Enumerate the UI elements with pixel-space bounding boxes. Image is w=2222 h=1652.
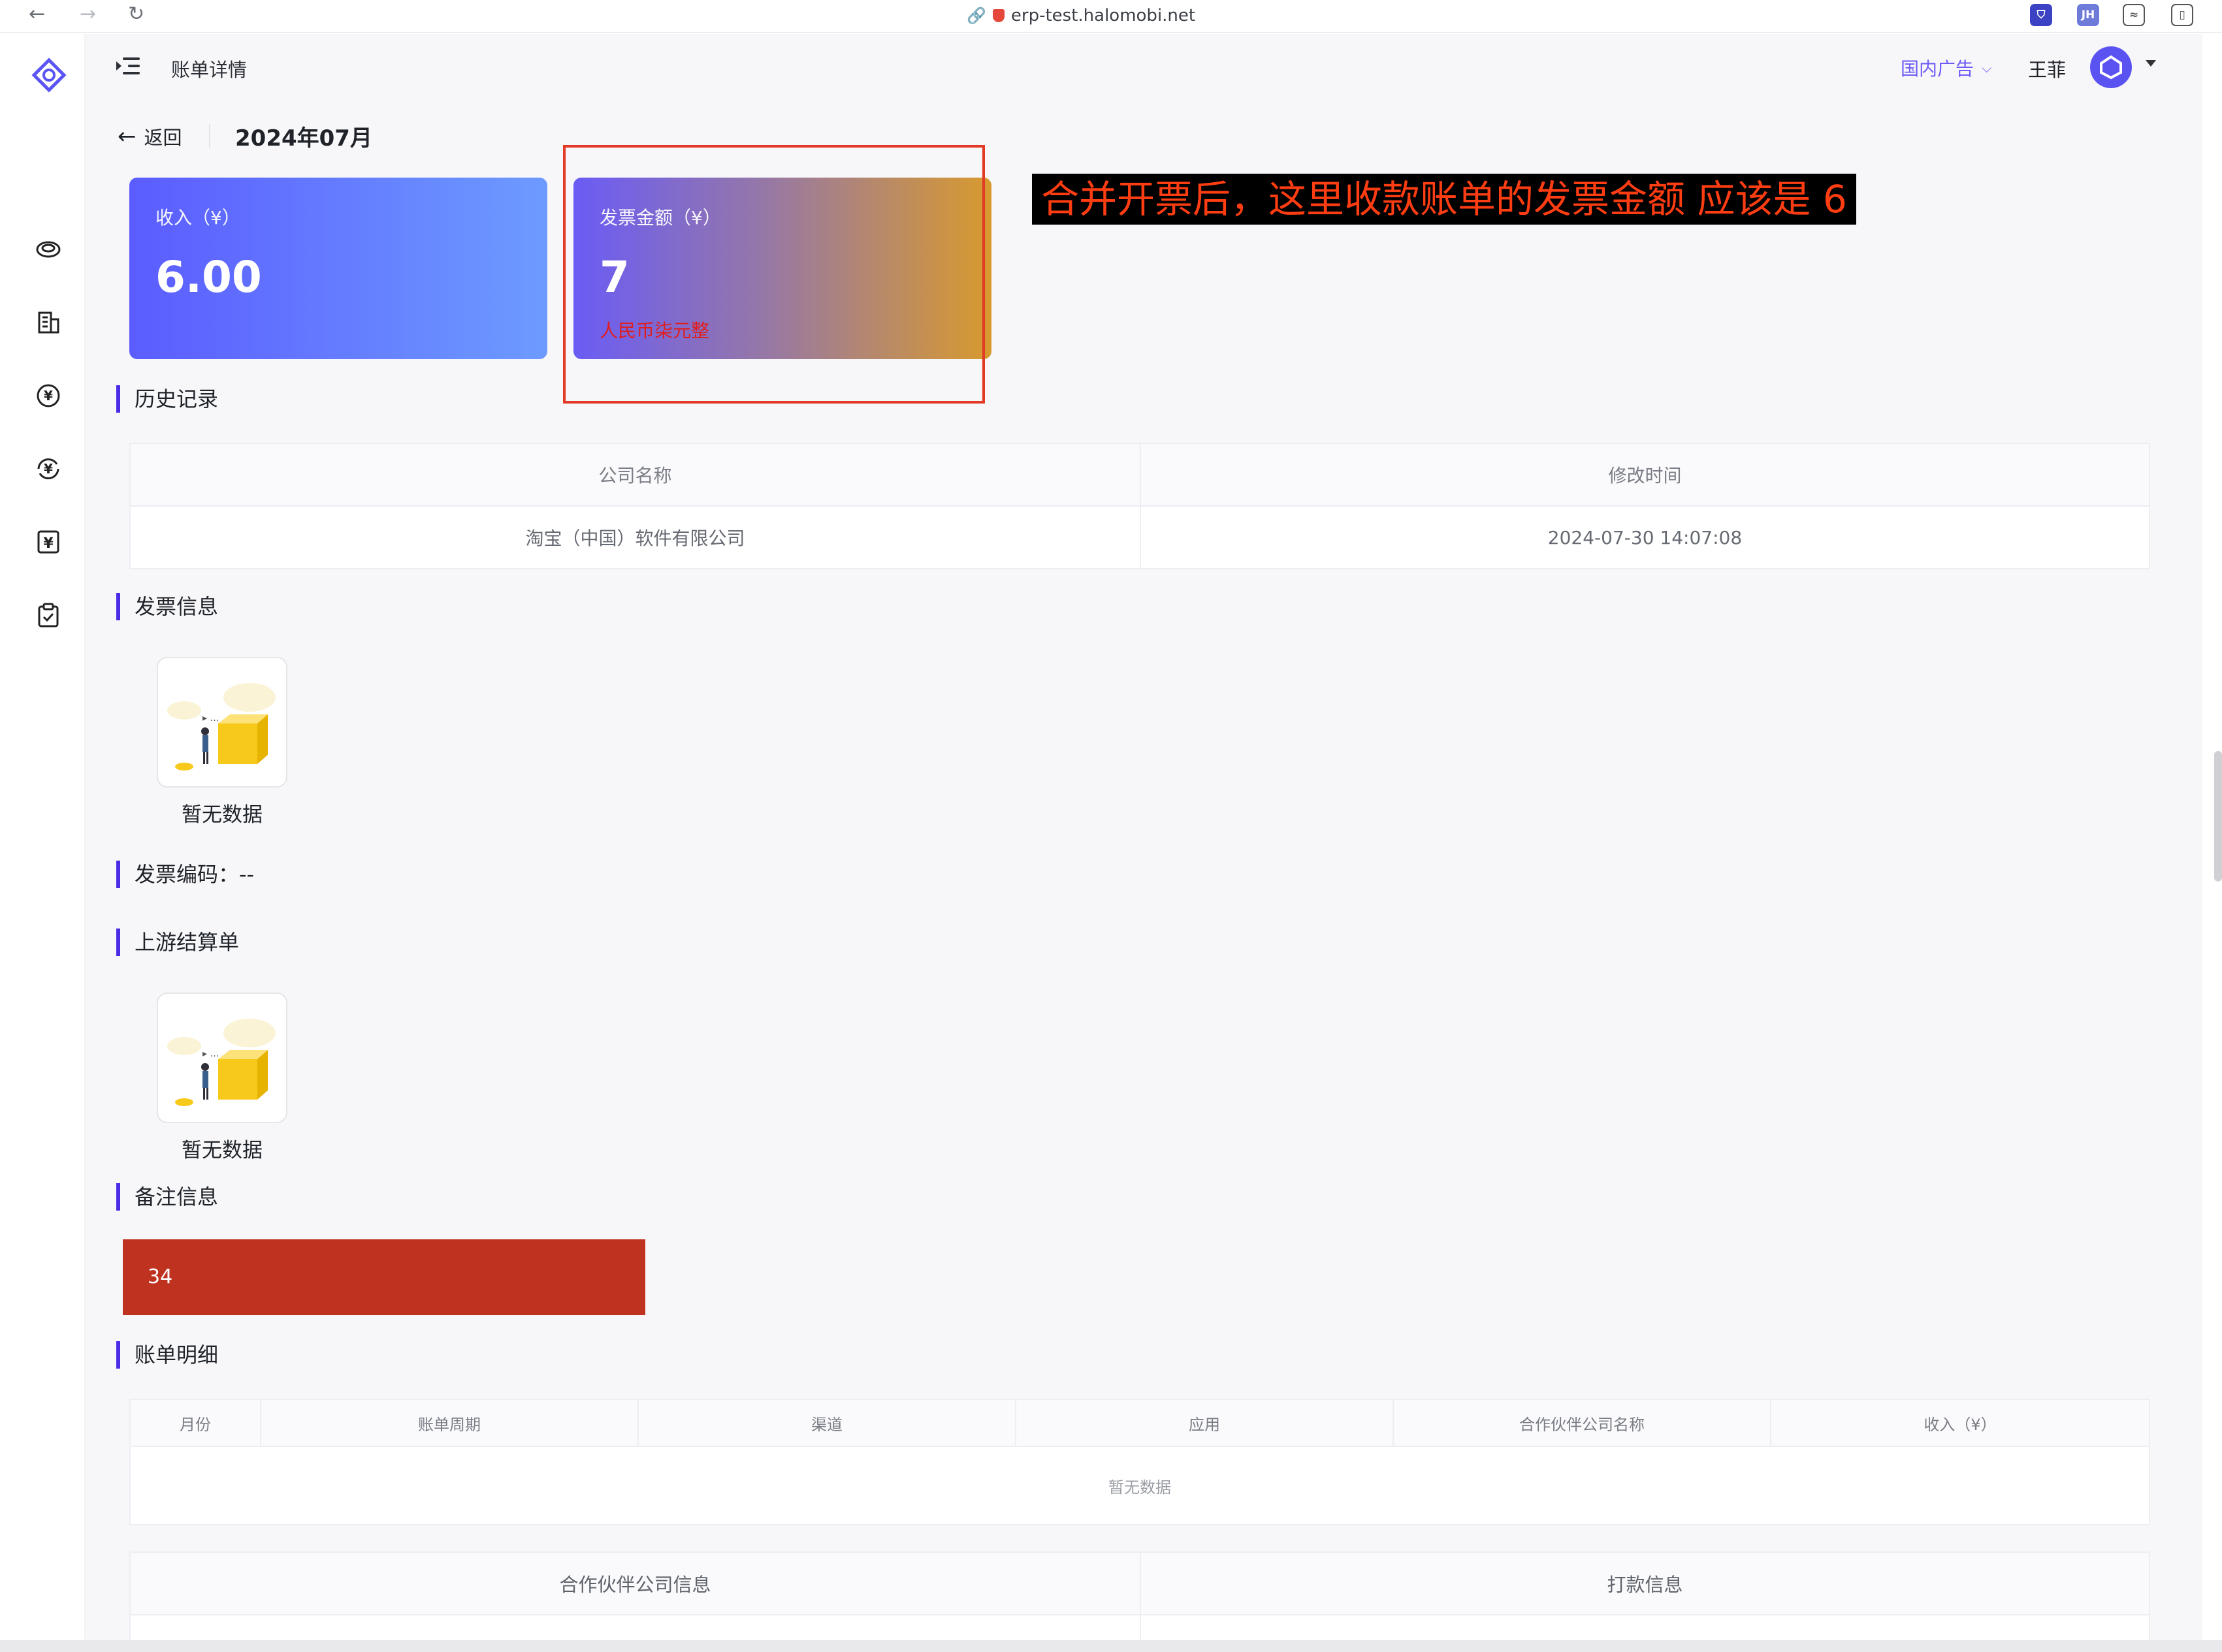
- upstream-empty: ▸ … 暂无数据: [157, 993, 287, 1163]
- remark-value: 34: [123, 1239, 645, 1315]
- page-title: 2024年07月: [235, 125, 372, 151]
- column-header: 收入（¥）: [1770, 1399, 2150, 1447]
- table-cell: 2024-07-30 14:07:08: [1140, 505, 2150, 569]
- tenant-label: 国内广告: [1901, 58, 1974, 80]
- section-title-details: 账单明细: [116, 1341, 218, 1369]
- empty-box-illustration: ▸ …: [157, 993, 287, 1123]
- svg-text:¥: ¥: [43, 535, 54, 552]
- link-icon: 🔗: [967, 7, 986, 25]
- yuan-exchange-icon[interactable]: ¥: [33, 453, 64, 484]
- extension-settings-icon[interactable]: ≈: [2123, 4, 2145, 26]
- coin-stack-icon[interactable]: [33, 234, 64, 265]
- back-button[interactable]: ← 返回: [118, 123, 182, 150]
- breadcrumb: 账单详情: [171, 59, 248, 81]
- column-header: 合作伙伴公司名称: [1393, 1399, 1771, 1447]
- column-header: 月份: [129, 1399, 261, 1447]
- empty-box-illustration: ▸ …: [157, 657, 287, 787]
- income-value: 6.00: [155, 252, 262, 302]
- password-manager-icon[interactable]: ⛉: [2030, 4, 2052, 26]
- svg-text:▸ …: ▸ …: [202, 1049, 219, 1059]
- invoice-code: 发票编码：--: [116, 861, 254, 888]
- annotation-highlight-box: [563, 145, 985, 404]
- extension-jh-icon[interactable]: JH: [2077, 4, 2099, 26]
- empty-text: 暂无数据: [182, 1139, 263, 1162]
- arrow-left-icon: ←: [118, 123, 137, 150]
- main-content: 账单详情 国内广告 ⌵ 王菲 ← 返回 2024年07月 收入（¥） 6.00 …: [85, 34, 2202, 1652]
- empty-row: 暂无数据: [129, 1446, 2150, 1525]
- column-header: 打款信息: [1140, 1551, 2150, 1615]
- sidebar-toggle-icon[interactable]: ▯: [2171, 4, 2193, 26]
- caret-down-icon[interactable]: [2146, 60, 2156, 67]
- avatar-icon: [2100, 55, 2122, 80]
- window-bottom-edge: [0, 1640, 2222, 1652]
- page-scrollbar[interactable]: [2214, 751, 2222, 882]
- forward-arrow-icon[interactable]: →: [80, 3, 96, 25]
- user-name: 王菲: [2028, 59, 2067, 81]
- reload-icon[interactable]: ↻: [128, 3, 144, 25]
- column-header: 公司名称: [129, 443, 1141, 507]
- empty-text: 暂无数据: [182, 803, 263, 827]
- table-row: 淘宝（中国）软件有限公司 2024-07-30 14:07:08: [129, 505, 2150, 569]
- yuan-receipt-icon[interactable]: ¥: [33, 526, 64, 558]
- divider: [209, 124, 210, 148]
- invoice-info-empty: ▸ … 暂无数据: [157, 657, 287, 827]
- section-title-invoice-info: 发票信息: [116, 593, 218, 620]
- empty-text: 暂无数据: [129, 1446, 2150, 1525]
- back-label: 返回: [144, 127, 182, 149]
- tenant-selector[interactable]: 国内广告 ⌵: [1901, 55, 1991, 81]
- yuan-refresh-icon[interactable]: ¥: [33, 380, 64, 411]
- svg-text:¥: ¥: [44, 461, 53, 477]
- svg-text:▸ …: ▸ …: [202, 713, 219, 723]
- partner-payment-table: 合作伙伴公司信息 打款信息: [129, 1551, 2150, 1652]
- menu-collapse-icon[interactable]: [116, 56, 140, 76]
- chevron-down-icon: ⌵: [1982, 60, 1992, 76]
- svg-text:¥: ¥: [44, 388, 53, 404]
- income-label: 收入（¥）: [155, 207, 240, 229]
- annotation-text: 合并开票后，这里收款账单的发票金额 应该是 6: [1032, 174, 1856, 225]
- top-bar: 账单详情 国内广告 ⌵ 王菲: [85, 34, 2202, 102]
- column-header: 合作伙伴公司信息: [129, 1551, 1141, 1615]
- details-table: 月份 账单周期 渠道 应用 合作伙伴公司名称 收入（¥） 暂无数据: [129, 1399, 2150, 1525]
- url-text: erp-test.halomobi.net: [1010, 6, 1196, 25]
- building-icon[interactable]: [33, 307, 64, 338]
- section-title-upstream: 上游结算单: [116, 929, 239, 956]
- section-title-remark: 备注信息: [116, 1183, 218, 1211]
- column-header: 修改时间: [1140, 443, 2150, 507]
- clipboard-check-icon[interactable]: [33, 599, 64, 631]
- history-table: 公司名称 修改时间 淘宝（中国）软件有限公司 2024-07-30 14:07:…: [129, 443, 2150, 569]
- table-cell: 淘宝（中国）软件有限公司: [129, 505, 1141, 569]
- column-header: 渠道: [637, 1399, 1016, 1447]
- income-card: 收入（¥） 6.00: [129, 178, 547, 359]
- back-arrow-icon[interactable]: ←: [29, 3, 45, 25]
- avatar[interactable]: [2090, 46, 2132, 88]
- section-title-history: 历史记录: [116, 385, 218, 413]
- sidebar: ¥ ¥ ¥: [13, 34, 85, 1639]
- column-header: 应用: [1015, 1399, 1394, 1447]
- logo-icon[interactable]: [31, 57, 67, 93]
- column-header: 账单周期: [260, 1399, 639, 1447]
- site-shield-icon: [992, 9, 1005, 22]
- address-bar[interactable]: 🔗 erp-test.halomobi.net: [967, 4, 1241, 27]
- browser-toolbar: ← → ↻ 🔗 erp-test.halomobi.net ⛉ JH ≈ ▯: [0, 0, 2222, 33]
